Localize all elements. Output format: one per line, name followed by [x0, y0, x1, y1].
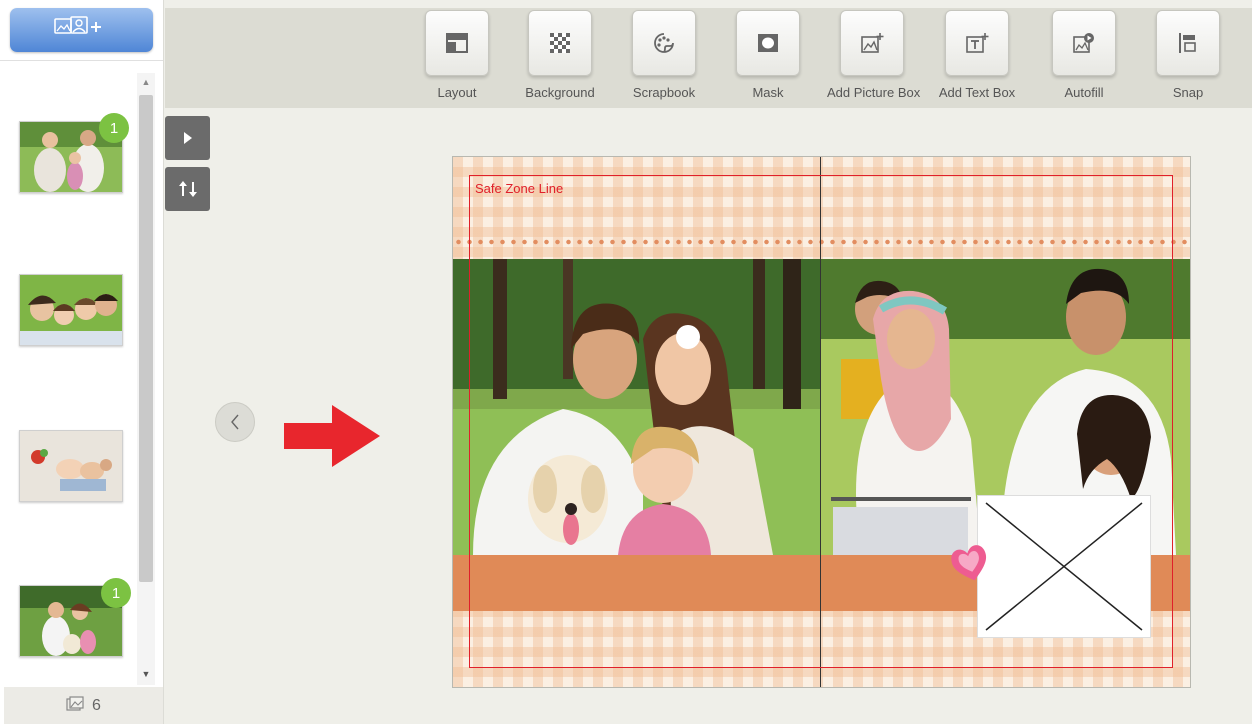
scrollbar-thumb[interactable]	[139, 95, 153, 582]
empty-placeholder-x-icon	[985, 502, 1143, 631]
sort-arrows-icon	[178, 181, 197, 197]
safe-zone-label: Safe Zone Line	[475, 181, 564, 196]
snap-label: Snap	[1172, 85, 1204, 100]
add-text-box-button[interactable]	[945, 10, 1009, 76]
add-photos-icon	[51, 14, 113, 47]
red-arrow-icon	[284, 405, 380, 472]
photo-sidebar: 1 1 ▲ ▼ 6	[0, 0, 164, 724]
scroll-up-icon[interactable]: ▲	[137, 77, 155, 91]
add-text-box-tool[interactable]: Add Text Box	[932, 10, 1022, 100]
sort-button[interactable]	[165, 167, 210, 211]
empty-picture-box[interactable]	[977, 495, 1151, 638]
sidebar-divider	[0, 60, 163, 61]
previous-page-button[interactable]	[215, 402, 255, 442]
chevron-left-icon	[231, 414, 239, 430]
mask-label: Mask	[752, 85, 784, 100]
autofill-label: Autofill	[1064, 85, 1104, 100]
snap-tool[interactable]: Snap	[1143, 10, 1233, 100]
photo-count: 6	[92, 696, 101, 714]
background-button[interactable]	[528, 10, 592, 76]
autofill-icon	[1073, 33, 1094, 53]
background-tool[interactable]: Background	[515, 10, 605, 100]
scrapbook-tool[interactable]: Scrapbook	[619, 10, 709, 100]
layout-label: Layout	[437, 85, 477, 100]
scrapbook-icon	[654, 33, 674, 53]
usage-count-badge: 1	[101, 578, 131, 608]
add-picture-box-button[interactable]	[840, 10, 904, 76]
background-icon	[550, 33, 570, 53]
sidebar-scrollbar[interactable]: ▲ ▼	[137, 73, 155, 685]
layout-icon	[446, 33, 468, 53]
expand-panel-button[interactable]	[165, 116, 210, 160]
scroll-down-icon[interactable]: ▼	[137, 669, 155, 683]
photobook-spread[interactable]: Safe Zone Line	[452, 156, 1191, 688]
add-picture-box-tool[interactable]: Add Picture Box	[827, 10, 921, 100]
heart-sticker-icon[interactable]	[949, 541, 991, 590]
background-label: Background	[525, 85, 595, 100]
layout-button[interactable]	[425, 10, 489, 76]
photo-thumbnail[interactable]	[19, 274, 123, 346]
top-toolbar: Layout Background Scrapbook Mask Add Pic…	[165, 8, 1252, 108]
snap-icon	[1179, 33, 1196, 53]
photo-count-footer: 6	[4, 687, 163, 724]
mask-icon	[758, 34, 778, 52]
mask-tool[interactable]: Mask	[723, 10, 813, 100]
family-lying-on-grass-photo	[20, 275, 122, 345]
snap-button[interactable]	[1156, 10, 1220, 76]
add-text-box-icon	[966, 33, 989, 53]
autofill-tool[interactable]: Autofill	[1039, 10, 1129, 100]
scrapbook-button[interactable]	[632, 10, 696, 76]
add-photos-button[interactable]	[10, 8, 153, 52]
usage-count-badge: 1	[99, 113, 129, 143]
scrapbook-label: Scrapbook	[632, 85, 696, 100]
add-picture-box-label: Add Picture Box	[827, 85, 921, 100]
play-right-icon	[183, 132, 192, 144]
photo-thumbnail[interactable]	[19, 430, 123, 502]
add-text-box-label: Add Text Box	[938, 85, 1016, 100]
family-on-white-bed-photo	[20, 431, 122, 501]
layout-tool[interactable]: Layout	[412, 10, 502, 100]
mask-button[interactable]	[736, 10, 800, 76]
autofill-button[interactable]	[1052, 10, 1116, 76]
add-picture-box-icon	[861, 33, 884, 53]
photos-icon	[66, 695, 84, 716]
